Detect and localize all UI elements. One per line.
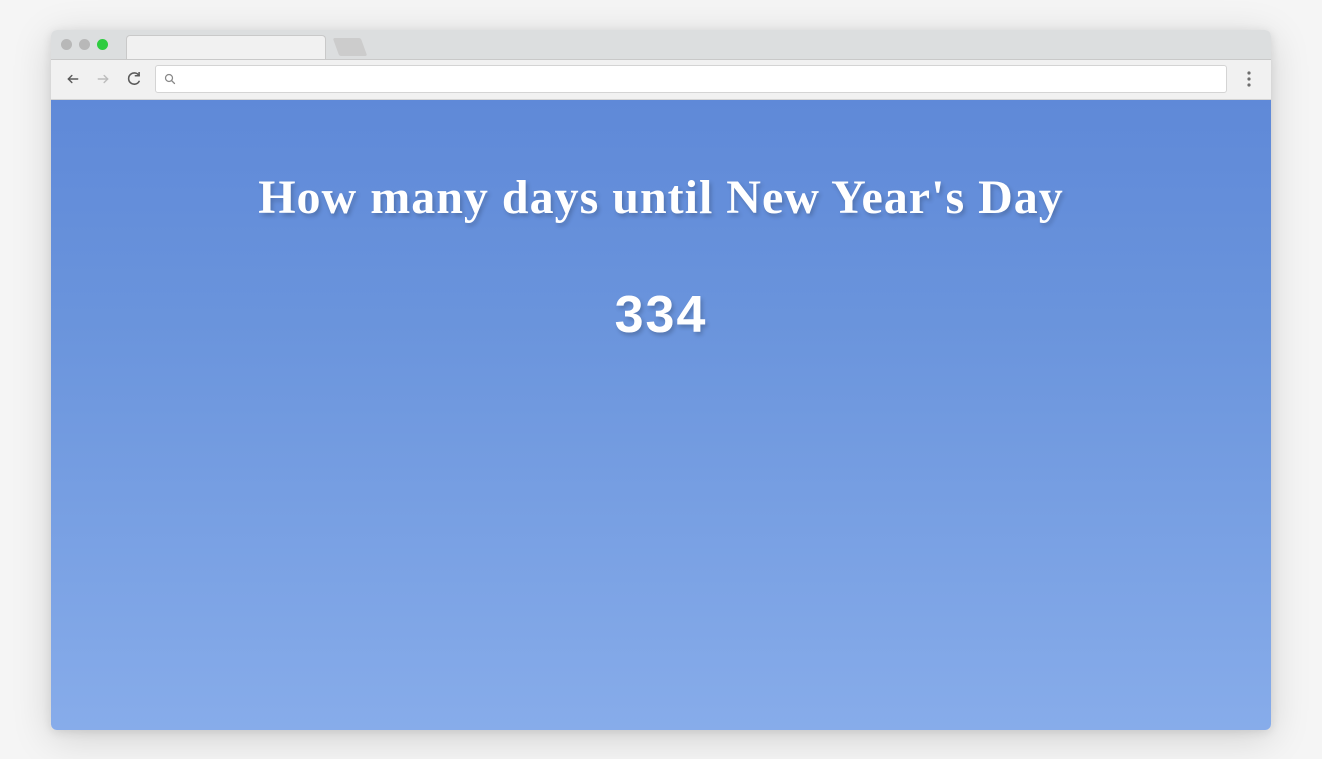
new-tab-button[interactable] bbox=[333, 38, 368, 56]
toolbar bbox=[51, 60, 1271, 100]
tab-strip bbox=[126, 30, 364, 59]
close-window-button[interactable] bbox=[61, 39, 72, 50]
forward-button[interactable] bbox=[95, 71, 111, 87]
browser-window: How many days until New Year's Day 334 bbox=[51, 30, 1271, 730]
browser-tab[interactable] bbox=[126, 35, 326, 59]
arrow-right-icon bbox=[96, 72, 110, 86]
reload-icon bbox=[126, 72, 141, 87]
url-bar[interactable] bbox=[155, 65, 1227, 93]
menu-button[interactable] bbox=[1237, 67, 1261, 91]
more-vert-icon bbox=[1247, 71, 1251, 87]
minimize-window-button[interactable] bbox=[79, 39, 90, 50]
days-count: 334 bbox=[615, 285, 708, 345]
nav-buttons bbox=[61, 71, 145, 87]
back-button[interactable] bbox=[65, 71, 81, 87]
arrow-left-icon bbox=[66, 72, 80, 86]
url-input[interactable] bbox=[184, 72, 1218, 87]
page-headline: How many days until New Year's Day bbox=[258, 170, 1064, 225]
page-content: How many days until New Year's Day 334 bbox=[51, 100, 1271, 730]
search-icon bbox=[164, 73, 176, 85]
window-controls bbox=[61, 39, 108, 50]
reload-button[interactable] bbox=[125, 71, 141, 87]
title-bar bbox=[51, 30, 1271, 60]
maximize-window-button[interactable] bbox=[97, 39, 108, 50]
